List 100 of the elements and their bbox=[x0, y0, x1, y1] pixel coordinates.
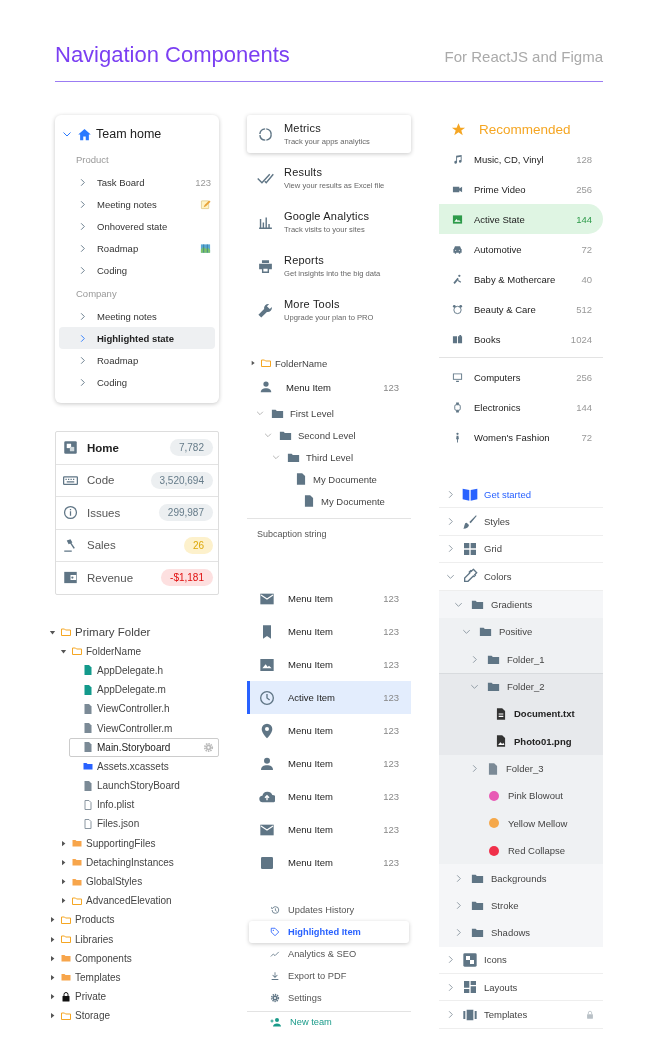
category-item[interactable]: Active State 144 bbox=[439, 204, 603, 234]
tree-item[interactable]: AppDelegate.m bbox=[69, 680, 219, 700]
tree-item[interactable]: First Level bbox=[255, 402, 411, 424]
tree-item[interactable]: ViewController.m bbox=[69, 718, 219, 738]
category-item[interactable]: Computers 256 bbox=[439, 362, 603, 392]
menu-item[interactable]: Menu Item 123 bbox=[247, 648, 411, 681]
tree-item[interactable]: Folder_3 bbox=[439, 754, 603, 783]
image-icon bbox=[452, 213, 463, 225]
person-icon bbox=[259, 380, 273, 394]
nav-item[interactable]: Highlighted state bbox=[59, 327, 215, 349]
category-item[interactable]: Books 1024 bbox=[439, 324, 603, 354]
menu-item[interactable]: Menu Item 123 bbox=[247, 714, 411, 747]
category-item[interactable]: Beauty & Care 512 bbox=[439, 294, 603, 324]
page-subtitle: For ReactJS and Figma bbox=[444, 48, 603, 65]
tree-item[interactable]: Components bbox=[47, 948, 219, 968]
file-icon bbox=[82, 722, 94, 735]
menu-item[interactable]: Menu Item 123 bbox=[247, 813, 411, 846]
tree-item[interactable]: Storage bbox=[47, 1006, 219, 1026]
tree-item[interactable]: DetachingInstances bbox=[58, 852, 219, 872]
menu-item[interactable]: Menu Item 123 bbox=[247, 780, 411, 813]
tree-item[interactable]: Assets.xcassets bbox=[69, 756, 219, 776]
tree-item[interactable]: Third Level bbox=[271, 446, 411, 468]
stat-item[interactable]: Sales 26 bbox=[56, 528, 218, 561]
tree-item[interactable]: My Documente bbox=[287, 490, 411, 512]
team-home-item[interactable]: Team home bbox=[55, 121, 219, 147]
tree-item[interactable]: Products bbox=[47, 910, 219, 930]
nav-item[interactable]: Export to PDF bbox=[249, 965, 409, 987]
chevron-icon bbox=[255, 408, 265, 418]
folder-icon bbox=[60, 971, 72, 984]
menu-item[interactable]: Menu Item 123 bbox=[247, 582, 411, 615]
nav-item[interactable]: Roadmap bbox=[59, 349, 215, 371]
category-item[interactable]: Baby & Mothercare 40 bbox=[439, 264, 603, 294]
nav-item[interactable]: Updates History bbox=[249, 899, 409, 921]
tree-item[interactable]: Pink Blowout bbox=[439, 782, 603, 810]
menu-item[interactable]: Menu Item 123 bbox=[247, 372, 411, 402]
nav-item[interactable]: Settings bbox=[249, 987, 409, 1009]
brush-icon bbox=[462, 513, 478, 530]
person-icon bbox=[259, 755, 275, 772]
book-icon bbox=[452, 333, 463, 345]
tree-item[interactable]: Photo01.png bbox=[439, 727, 603, 755]
settings-icon bbox=[203, 741, 214, 753]
nav-item[interactable]: Onhovered state bbox=[59, 215, 215, 237]
nav-item[interactable]: Meeting notes bbox=[59, 193, 215, 215]
folder-item[interactable]: FolderName bbox=[247, 354, 411, 372]
nav-item[interactable]: Coding bbox=[59, 259, 215, 281]
wallet-icon bbox=[63, 570, 78, 586]
tree-item[interactable]: ViewController.h bbox=[69, 699, 219, 719]
menu-item[interactable]: Active Item 123 bbox=[247, 681, 411, 714]
tree-item[interactable]: Shadows bbox=[439, 919, 603, 947]
tree-item[interactable]: AppDelegate.h bbox=[69, 660, 219, 681]
nav-item[interactable]: Coding bbox=[59, 371, 215, 393]
tree-item[interactable]: Red Collapse bbox=[439, 837, 603, 865]
tree-item[interactable]: GlobalStyles bbox=[58, 871, 219, 892]
tree-item[interactable]: Positive bbox=[439, 617, 603, 646]
tree-item[interactable]: Yellow Mellow bbox=[439, 809, 603, 838]
tree-item[interactable]: Second Level bbox=[263, 424, 411, 446]
tree-item[interactable]: My Documente bbox=[279, 468, 411, 490]
tree-item[interactable]: Files.json bbox=[69, 814, 219, 834]
nav-item[interactable]: Roadmap bbox=[59, 237, 215, 259]
category-item[interactable]: Automotive 72 bbox=[439, 234, 603, 264]
tree-item[interactable]: Private bbox=[47, 987, 219, 1007]
tree-item[interactable]: Templates bbox=[47, 967, 219, 988]
tree-item[interactable]: FolderName bbox=[58, 641, 219, 661]
menu-item[interactable]: Menu Item 123 bbox=[247, 846, 411, 879]
menu-item[interactable]: Menu Item 123 bbox=[247, 615, 411, 648]
stat-item[interactable]: Revenue -$1,181 bbox=[56, 561, 218, 594]
tree-item[interactable]: SupportingFiles bbox=[58, 833, 219, 853]
tree-item[interactable]: Stroke bbox=[439, 891, 603, 920]
tree-item[interactable]: Gradients bbox=[439, 590, 603, 618]
settings-icon bbox=[270, 993, 280, 1003]
tree-item[interactable]: Libraries bbox=[47, 929, 219, 949]
stat-item[interactable]: Code 3,520,694 bbox=[56, 463, 218, 496]
menu-item[interactable]: Menu Item 123 bbox=[247, 747, 411, 780]
count-badge: 3,520,694 bbox=[150, 471, 213, 489]
tree-item[interactable]: Document.txt bbox=[439, 700, 603, 728]
category-item[interactable]: Music, CD, Vinyl 128 bbox=[439, 144, 603, 174]
stat-item[interactable]: Home 7,782 bbox=[56, 432, 218, 464]
stat-item[interactable]: Issues 299,987 bbox=[56, 496, 218, 529]
nav-item[interactable]: Meeting notes bbox=[59, 305, 215, 327]
tree-item[interactable]: Folder_1 bbox=[439, 645, 603, 673]
nav-item[interactable]: Analytics & SEO bbox=[249, 943, 409, 965]
folder-icon bbox=[71, 837, 83, 850]
star-icon bbox=[451, 121, 466, 137]
lock-icon bbox=[60, 990, 72, 1003]
tree-item[interactable]: Backgrounds bbox=[439, 864, 603, 892]
tree-item[interactable]: Main.Storyboard bbox=[69, 737, 219, 757]
file-icon bbox=[82, 779, 94, 792]
category-item[interactable]: Electronics 144 bbox=[439, 392, 603, 422]
nav-item[interactable]: Highlighted Item bbox=[249, 921, 409, 943]
new-team-button[interactable]: New team bbox=[247, 1011, 411, 1032]
tree-item[interactable]: Folder_2 bbox=[439, 672, 603, 701]
nav-item[interactable]: Task Board 123 bbox=[59, 171, 215, 193]
category-item[interactable]: Prime Video 256 bbox=[439, 174, 603, 204]
folder-icon bbox=[71, 894, 83, 907]
folder-icon bbox=[260, 357, 272, 369]
category-item[interactable]: Women's Fashion 72 bbox=[439, 422, 603, 452]
tree-item[interactable]: AdvancedElevation bbox=[58, 891, 219, 911]
tree-item[interactable]: Primary Folder bbox=[47, 622, 219, 642]
tree-item[interactable]: LaunchStoryBoard bbox=[69, 776, 219, 796]
tree-item[interactable]: Info.plist bbox=[69, 795, 219, 815]
